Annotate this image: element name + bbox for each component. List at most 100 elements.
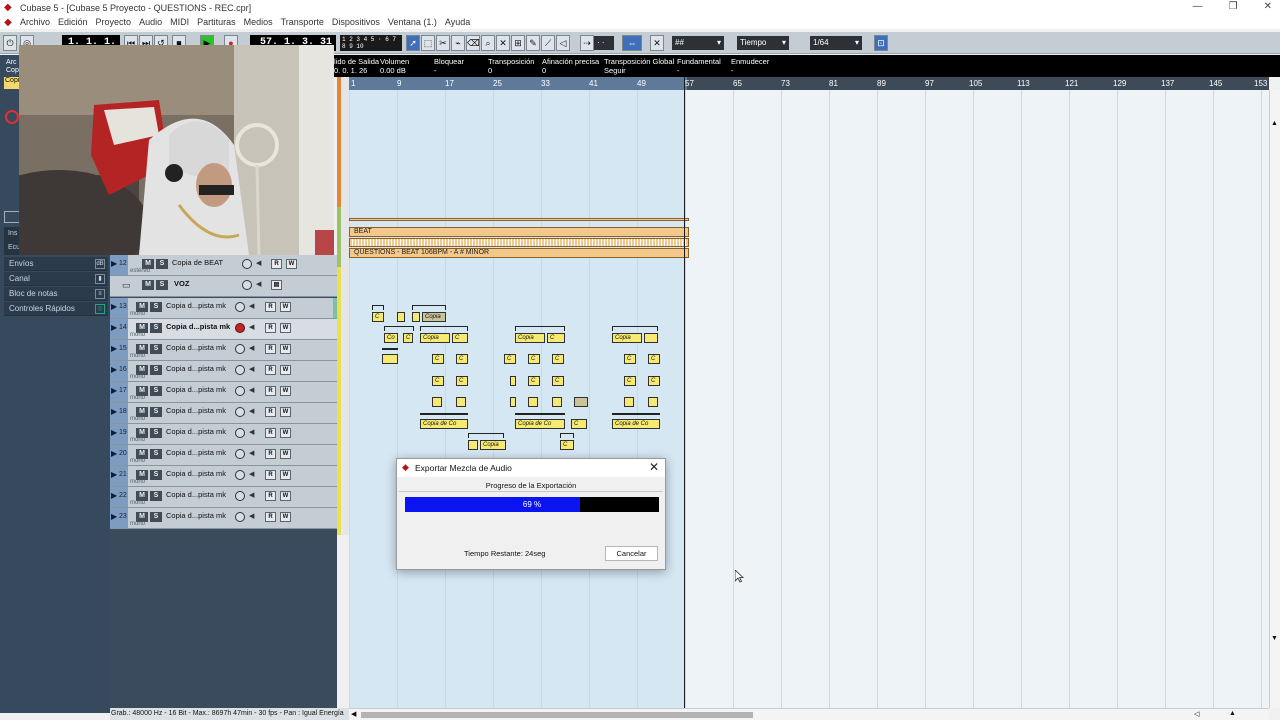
inspector-panel-bloc-notas[interactable]: Bloc de notas ≡ — [4, 287, 108, 301]
pointer-tool-icon[interactable]: ➚ — [406, 35, 420, 51]
expand-arrow-icon[interactable]: ▶ — [111, 491, 117, 501]
monitor-icon[interactable]: ◀ — [249, 449, 258, 459]
menu-dispositivos[interactable]: Dispositivos — [328, 17, 384, 27]
write-button[interactable]: W — [280, 407, 291, 417]
track-expand[interactable]: ▶ 18 — [110, 403, 128, 423]
monitor-icon[interactable]: ◀ — [249, 386, 258, 396]
audio-event[interactable]: C — [528, 376, 540, 386]
monitor-icon[interactable]: ◀ — [249, 407, 258, 417]
write-button[interactable]: W — [280, 491, 291, 501]
monitor-icon[interactable]: ◀ — [256, 259, 265, 269]
monitor-icon[interactable]: ◀ — [249, 323, 258, 333]
write-button[interactable]: W — [280, 386, 291, 396]
monitor-icon[interactable]: ◀ — [249, 491, 258, 501]
track-row[interactable]: ▶ 19 M S Copia d...pista mk mono ◀ R W — [110, 424, 337, 445]
record-enable-icon[interactable] — [235, 323, 245, 333]
track-row[interactable]: ▶ 15 M S Copia d...pista mk mono ◀ R W — [110, 340, 337, 361]
menu-archivo[interactable]: Archivo — [16, 17, 54, 27]
scroll-left-icon[interactable]: ◀ — [351, 710, 356, 718]
expand-arrow-icon[interactable]: ▶ — [111, 449, 117, 459]
read-button[interactable]: R — [265, 386, 276, 396]
mute-button[interactable]: M — [142, 280, 154, 290]
track-name[interactable]: Copia d...pista mk — [166, 385, 234, 394]
audio-event[interactable]: C — [624, 376, 636, 386]
inspector-side-button[interactable] — [4, 211, 20, 223]
audio-event[interactable]: C — [456, 354, 468, 364]
record-enable-icon[interactable] — [235, 407, 245, 417]
solo-button[interactable]: S — [150, 365, 162, 375]
write-button[interactable]: W — [280, 428, 291, 438]
audio-event[interactable]: C — [432, 376, 444, 386]
inspector-panel-canal[interactable]: Canal ▮ — [4, 272, 108, 286]
record-enable-icon[interactable] — [242, 259, 252, 269]
snap-to-zero-icon[interactable]: ✕ — [650, 35, 664, 51]
menu-ayuda[interactable]: Ayuda — [441, 17, 474, 27]
expand-arrow-icon[interactable]: ▶ — [111, 470, 117, 480]
solo-button[interactable]: S — [150, 302, 162, 312]
track-row-selected[interactable]: ▶ 14 M S Copia d...pista mk mono ◀ R W — [110, 319, 337, 340]
info-lock-cell[interactable]: Bloquear - — [434, 57, 464, 75]
expand-arrow-icon[interactable]: ▶ — [111, 323, 117, 333]
app-menu-icon[interactable]: ◆ — [0, 17, 16, 28]
menu-midi[interactable]: MIDI — [166, 17, 193, 27]
cancel-button[interactable]: Cancelar — [605, 546, 658, 561]
track-name[interactable]: Copia d...pista mk — [166, 490, 234, 499]
track-name[interactable]: Copia d...pista mk — [166, 427, 234, 436]
project-cursor[interactable] — [684, 77, 685, 708]
expand-arrow-icon[interactable]: ▶ — [111, 407, 117, 417]
track-expand[interactable]: ▶ 13 — [110, 298, 128, 318]
track-name[interactable]: Copia d...pista mk — [166, 322, 234, 331]
autoscroll-icon[interactable]: ⇢ — [580, 35, 594, 51]
read-button[interactable]: R — [265, 428, 276, 438]
snap-mode-select[interactable]: Tiempo ▾ — [737, 36, 789, 50]
track-expand[interactable]: ▶ 20 — [110, 445, 128, 465]
draw-tool-icon[interactable]: ✎ — [526, 35, 540, 51]
snap-value-select[interactable]: · · — [594, 36, 614, 50]
close-window-button[interactable]: ✕ — [1264, 1, 1272, 12]
quantize-select[interactable]: 1/64 ▾ — [810, 36, 862, 50]
track-name[interactable]: Copia d...pista mk — [166, 406, 234, 415]
track-row[interactable]: ▶ 23 M S Copia d...pista mk mono ◀ R W — [110, 508, 337, 529]
channel-icon[interactable]: ▮ — [95, 274, 105, 284]
write-button[interactable]: W — [280, 365, 291, 375]
info-volume-cell[interactable]: Volumen 0.00 dB — [380, 57, 409, 75]
read-button[interactable]: R — [265, 449, 276, 459]
range-tool-icon[interactable]: ⬚ — [421, 35, 435, 51]
sends-icon[interactable]: dB — [95, 259, 105, 269]
expand-arrow-icon[interactable]: ▶ — [111, 428, 117, 438]
quantize-toggle-icon[interactable]: ⊡ — [874, 35, 888, 51]
audio-event-muted[interactable]: Copia — [422, 312, 446, 322]
track-expand[interactable]: ▶ 23 — [110, 508, 128, 528]
notepad-icon[interactable]: ≡ — [95, 289, 105, 299]
timewarp-tool-icon[interactable]: ⊞ — [511, 35, 525, 51]
track-expand[interactable]: ▶ 14 — [110, 319, 128, 339]
horizontal-scrollbar[interactable]: ◀ ◁ ▲ — [349, 708, 1269, 720]
erase-tool-icon[interactable]: ⌫ — [466, 35, 480, 51]
info-mute-cell[interactable]: Enmudecer - — [731, 57, 769, 75]
audio-event[interactable]: C — [648, 354, 660, 364]
expand-arrow-icon[interactable]: ▶ — [111, 386, 117, 396]
record-enable-icon[interactable] — [235, 302, 245, 312]
track-row[interactable]: ▶ 12 M S Copia de BEAT estéreo ◀ R W — [110, 255, 337, 276]
track-expand[interactable]: ▶ 22 — [110, 487, 128, 507]
read-button[interactable]: R — [265, 407, 276, 417]
audio-event[interactable]: Copia de Co — [515, 419, 565, 429]
menu-edicion[interactable]: Edición — [54, 17, 92, 27]
write-button[interactable]: W — [280, 512, 291, 522]
expand-arrow-icon[interactable]: ▶ — [111, 259, 117, 269]
track-expand[interactable]: ▶ 19 — [110, 424, 128, 444]
minimize-button[interactable]: — — [1193, 1, 1203, 12]
audio-event[interactable]: Co — [384, 333, 398, 343]
audio-event[interactable]: C — [372, 312, 384, 322]
track-row[interactable]: ▶ 22 M S Copia d...pista mk mono ◀ R W — [110, 487, 337, 508]
audio-event[interactable] — [644, 333, 658, 343]
menu-partituras[interactable]: Partituras — [193, 17, 240, 27]
folder-icon[interactable]: ▭ — [122, 280, 131, 291]
record-enable-icon[interactable] — [235, 344, 245, 354]
audio-event[interactable] — [397, 312, 405, 322]
audio-event[interactable] — [456, 397, 466, 407]
folder-part[interactable] — [349, 218, 689, 221]
menu-ventana[interactable]: Ventana (1.) — [384, 17, 441, 27]
track-expand[interactable]: ▶ 15 — [110, 340, 128, 360]
track-name[interactable]: Copia de BEAT — [172, 258, 240, 267]
